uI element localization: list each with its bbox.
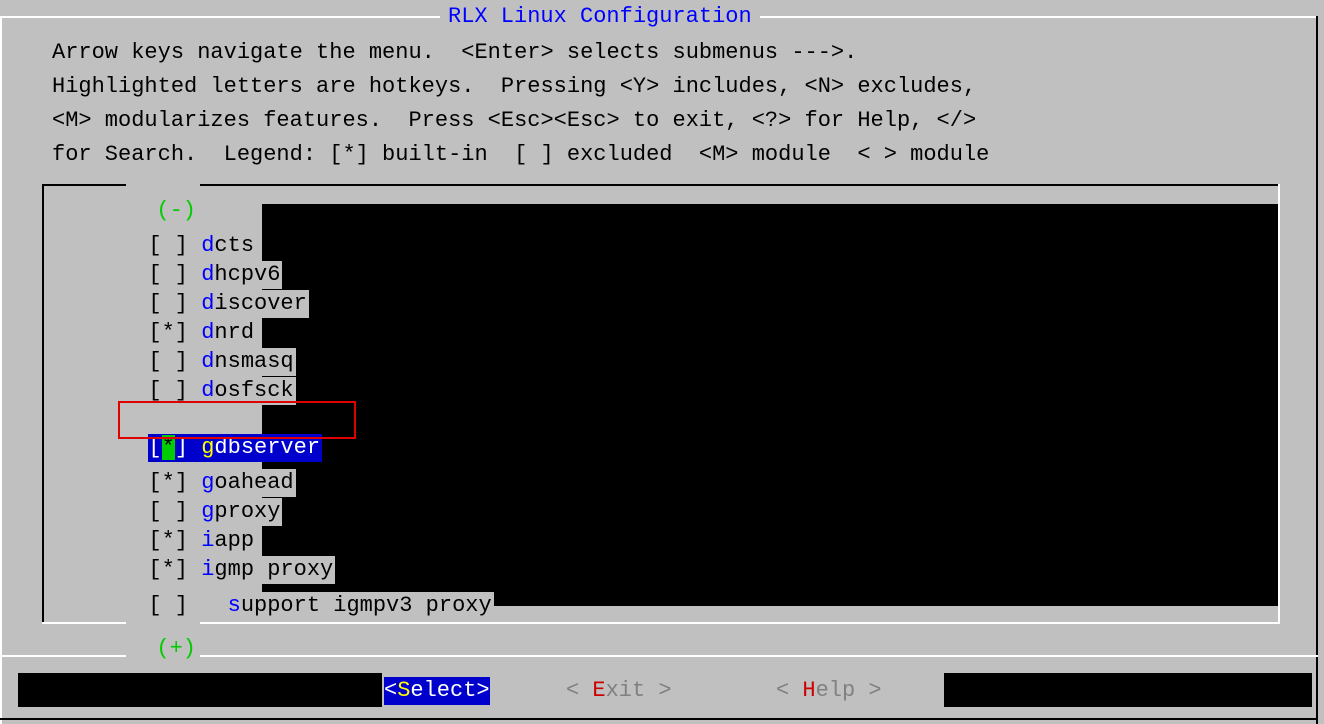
item-hotkey: d <box>201 378 215 403</box>
scroll-down-text: (+) <box>156 636 197 661</box>
list-item[interactable]: [ ] gproxy <box>122 470 283 526</box>
list-item[interactable]: [ ] dosfsck <box>122 349 296 405</box>
list-item[interactable]: [ ] dhcpv6 <box>122 233 283 289</box>
list-item[interactable]: [ ] dnsmasq <box>122 320 296 376</box>
button-bar-left-fill <box>18 673 382 707</box>
list-item[interactable]: [*] iapp <box>122 499 257 555</box>
select-hotkey: S <box>397 678 411 703</box>
help-hotkey: H <box>802 678 816 703</box>
help-text-line-4: for Search. Legend: [*] built-in [ ] exc… <box>52 142 990 167</box>
dialog-frame-right <box>1316 16 1318 724</box>
list-item[interactable]: [*] igmp proxy <box>122 528 336 584</box>
help-text-line-1: Arrow keys navigate the menu. <Enter> se… <box>52 40 858 65</box>
list-item[interactable]: [ ] dcts <box>122 204 257 260</box>
list-item[interactable]: [*] goahead <box>122 441 296 497</box>
list-frame-top <box>42 184 1278 186</box>
list-frame-left <box>42 184 44 624</box>
button-bar-right-fill <box>944 673 1312 707</box>
select-button[interactable]: <Select> <box>384 677 490 705</box>
help-text-line-3: <M> modularizes features. Press <Esc><Es… <box>52 108 977 133</box>
list-item[interactable]: [ ] support igmpv3 proxy <box>122 564 494 620</box>
item-label: upport igmpv3 proxy <box>240 593 492 618</box>
help-text-line-2: Highlighted letters are hotkeys. Pressin… <box>52 74 977 99</box>
item-hotkey: s <box>227 593 241 618</box>
selection-highlight-box <box>118 401 356 439</box>
list-background <box>262 204 1278 606</box>
help-button[interactable]: < Help > <box>776 677 882 705</box>
item-checkbox[interactable]: [ ] <box>148 592 188 620</box>
list-item[interactable]: [*] dnrd <box>122 291 257 347</box>
list-frame-bottom <box>42 622 1280 624</box>
list-frame-right <box>1278 184 1280 624</box>
item-indent <box>201 593 227 618</box>
dialog-title: RLX Linux Configuration <box>440 4 760 30</box>
exit-button[interactable]: < Exit > <box>566 677 672 705</box>
dialog-frame-left <box>0 16 2 724</box>
item-label: osfsck <box>214 378 294 403</box>
exit-hotkey: E <box>592 678 606 703</box>
list-item[interactable]: [ ] discover <box>122 262 309 318</box>
dialog-frame-bottom <box>0 718 1318 720</box>
